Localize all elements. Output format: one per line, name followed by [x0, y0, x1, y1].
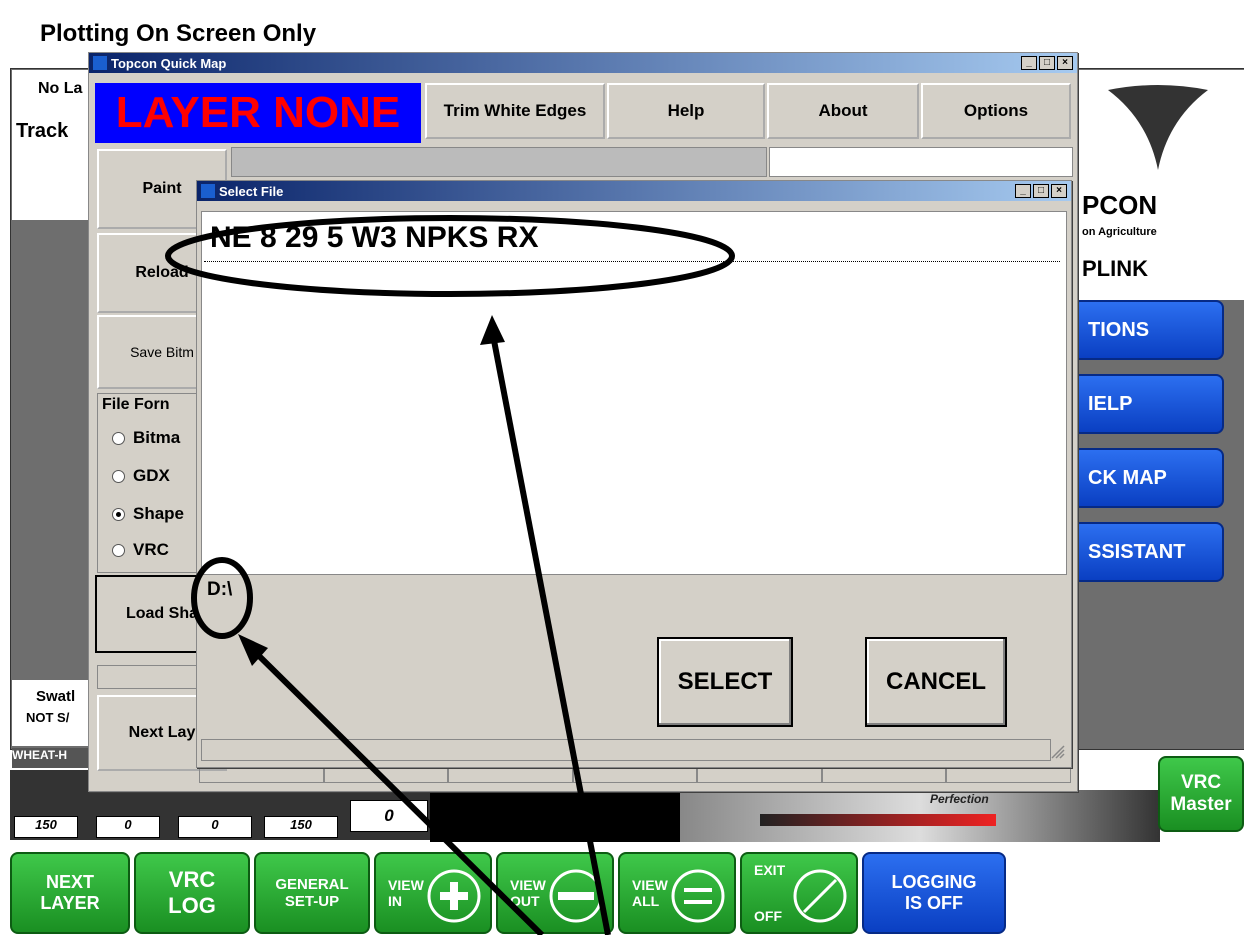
close-icon[interactable]: ×	[1057, 56, 1073, 70]
left-info-panel: No La Track	[12, 70, 92, 220]
vrc-master-line1: VRC	[1180, 772, 1222, 793]
btn-line2: IN	[388, 893, 402, 909]
logo-sub: on Agriculture	[1082, 226, 1157, 238]
radio-icon	[112, 543, 125, 557]
btn-line2: IS OFF	[905, 893, 963, 913]
cancel-button[interactable]: CANCEL	[865, 637, 1007, 727]
view-all-button[interactable]: VIEW ALL	[618, 852, 736, 934]
radio-selected-icon	[112, 507, 125, 521]
radio-icon	[112, 469, 125, 483]
format-vrc-label: VRC	[133, 540, 169, 559]
app-icon	[201, 184, 215, 198]
btn-line2: LOG	[168, 893, 216, 918]
layer-label: LAYER NONE	[95, 83, 421, 143]
display-black	[430, 790, 680, 842]
swath-status: NOT S/	[26, 710, 70, 725]
format-gdx-radio[interactable]: GDX	[112, 466, 170, 486]
swath-label: Swatl	[36, 688, 76, 705]
vrc-log-button[interactable]: VRC LOG	[134, 852, 250, 934]
topcon-logo-icon	[1098, 80, 1218, 180]
maximize-icon[interactable]: □	[1033, 184, 1049, 198]
screen-title: Plotting On Screen Only	[40, 20, 317, 47]
power-icon	[793, 869, 847, 923]
plus-icon	[427, 869, 481, 923]
quick-map-button[interactable]: CK MAP	[1072, 448, 1224, 508]
format-vrc-radio[interactable]: VRC	[112, 540, 169, 560]
about-button[interactable]: About	[767, 83, 919, 139]
select-file-titlebar: Select File _ □ ×	[197, 181, 1071, 201]
btn-line2: OFF	[754, 908, 782, 924]
status-field	[231, 147, 767, 177]
quickmap-titlebar: Topcon Quick Map _ □ ×	[89, 53, 1077, 73]
equals-icon	[671, 869, 725, 923]
trim-white-edges-button[interactable]: Trim White Edges	[425, 83, 605, 139]
btn-line1: VRC	[168, 867, 216, 892]
logo-link: PLINK	[1082, 256, 1148, 281]
exit-off-button[interactable]: EXIT OFF	[740, 852, 858, 934]
radio-icon	[112, 431, 125, 445]
options-toolbar-button[interactable]: Options	[921, 83, 1071, 139]
btn-line2: OUT	[510, 893, 540, 909]
format-gdx-label: GDX	[133, 466, 170, 485]
assistant-button[interactable]: SSISTANT	[1072, 522, 1224, 582]
logo-text: PCON	[1082, 190, 1158, 220]
general-setup-button[interactable]: GENERAL SET-UP	[254, 852, 370, 934]
brand-text: Perfection	[930, 792, 989, 806]
path-label: D:\	[207, 579, 233, 600]
status-white-field	[769, 147, 1073, 177]
logging-toggle-button[interactable]: LOGGING IS OFF	[862, 852, 1006, 934]
left-label-1: No La	[38, 80, 83, 97]
resize-grip-icon[interactable]	[1051, 745, 1065, 759]
btn-line1: LOGGING	[891, 872, 977, 892]
next-layer-button[interactable]: NEXT LAYER	[10, 852, 130, 934]
btn-line2: SET-UP	[284, 893, 340, 910]
btn-line1: GENERAL	[275, 876, 349, 893]
select-file-dialog: Select File _ □ × NE 8 29 5 W3 NPKS RX D…	[196, 180, 1072, 768]
format-bitmap-radio[interactable]: Bitma	[112, 428, 180, 448]
counter-4: 150	[264, 816, 338, 838]
btn-line1: NEXT	[45, 872, 94, 892]
help-button[interactable]: IELP	[1072, 374, 1224, 434]
left-label-2: Track	[16, 120, 69, 142]
right-logo-panel: PCON on Agriculture PLINK	[1078, 70, 1244, 300]
quickmap-statusbar	[199, 767, 1072, 783]
format-shape-label: Shape	[133, 504, 185, 523]
swath-panel: Swatl NOT S/	[12, 680, 92, 746]
counter-3: 0	[178, 816, 252, 838]
field-label: WHEAT-H	[12, 748, 88, 768]
select-file-title: Select File	[219, 183, 284, 199]
close-icon[interactable]: ×	[1051, 184, 1067, 198]
maximize-icon[interactable]: □	[1039, 56, 1055, 70]
options-button[interactable]: TIONS	[1072, 300, 1224, 360]
btn-line1: EXIT	[754, 862, 786, 878]
counter-2: 0	[96, 816, 160, 838]
view-out-button[interactable]: VIEW OUT	[496, 852, 614, 934]
select-button[interactable]: SELECT	[657, 637, 793, 727]
btn-line1: VIEW	[632, 877, 668, 893]
file-format-label: File Forn	[102, 396, 170, 413]
btn-line2: LAYER	[40, 893, 100, 913]
minimize-icon[interactable]: _	[1021, 56, 1037, 70]
minimize-icon[interactable]: _	[1015, 184, 1031, 198]
counter-1: 150	[14, 816, 78, 838]
format-shape-radio[interactable]: Shape	[112, 504, 184, 524]
brand-bar	[760, 814, 996, 826]
file-list-item[interactable]: NE 8 29 5 W3 NPKS RX	[204, 214, 1060, 262]
vrc-master-button[interactable]: VRC Master	[1158, 756, 1244, 832]
btn-line1: VIEW	[510, 877, 546, 893]
btn-line1: VIEW	[388, 877, 424, 893]
help-toolbar-button[interactable]: Help	[607, 83, 765, 139]
file-list: NE 8 29 5 W3 NPKS RX	[201, 211, 1067, 575]
brand-strip: Perfection	[680, 790, 1160, 842]
display-value: 0	[350, 800, 428, 832]
dialog-statusbar	[201, 739, 1051, 761]
btn-line2: ALL	[632, 893, 660, 909]
app-icon	[93, 56, 107, 70]
minus-icon	[549, 869, 603, 923]
view-in-button[interactable]: VIEW IN	[374, 852, 492, 934]
format-bitmap-label: Bitma	[133, 428, 181, 447]
vrc-master-line2: Master	[1170, 794, 1232, 815]
quickmap-title: Topcon Quick Map	[111, 55, 227, 71]
